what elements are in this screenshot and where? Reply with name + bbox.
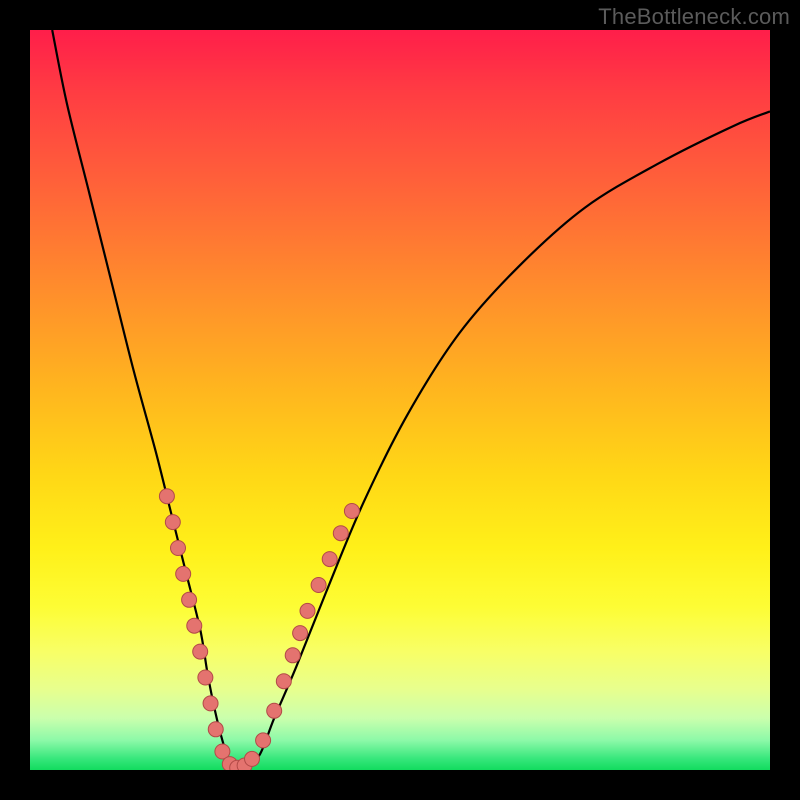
marker-dot — [171, 541, 186, 556]
chart-svg — [30, 30, 770, 770]
marker-dot — [276, 674, 291, 689]
marker-dot — [256, 733, 271, 748]
marker-dot — [203, 696, 218, 711]
watermark-text: TheBottleneck.com — [598, 4, 790, 30]
marker-dot — [159, 489, 174, 504]
marker-dot — [311, 578, 326, 593]
marker-dot — [193, 644, 208, 659]
marker-dot — [198, 670, 213, 685]
marker-dot — [182, 592, 197, 607]
bottleneck-curve — [52, 30, 770, 770]
marker-dot — [293, 626, 308, 641]
marker-dot — [176, 566, 191, 581]
marker-dot — [187, 618, 202, 633]
marker-dot — [333, 526, 348, 541]
chart-plot-area — [30, 30, 770, 770]
marker-dot — [208, 722, 223, 737]
marker-dot — [344, 504, 359, 519]
marker-dot — [285, 648, 300, 663]
curve-markers — [159, 489, 359, 770]
marker-dot — [267, 703, 282, 718]
outer-frame: TheBottleneck.com — [0, 0, 800, 800]
marker-dot — [245, 751, 260, 766]
marker-dot — [165, 515, 180, 530]
marker-dot — [300, 603, 315, 618]
marker-dot — [322, 552, 337, 567]
